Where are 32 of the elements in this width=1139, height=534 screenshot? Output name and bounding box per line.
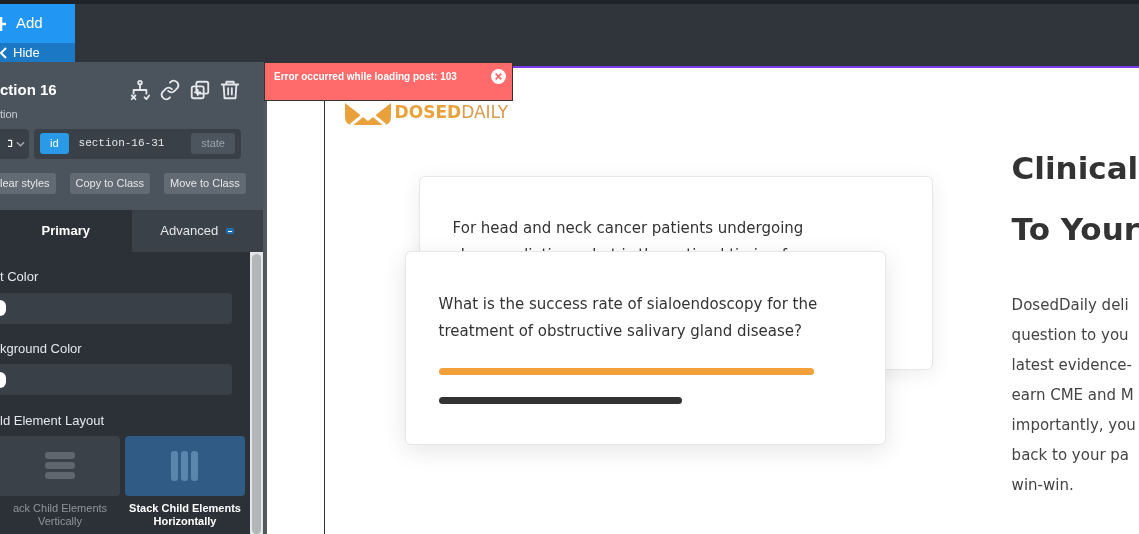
body-text-line: importantly, you xyxy=(1011,415,1137,436)
state-button[interactable]: state xyxy=(191,133,235,154)
style-action-button[interactable]: lear styles xyxy=(0,172,56,194)
body-text-line: earn CME and M xyxy=(1011,385,1135,406)
logo-text: DAILY xyxy=(461,100,509,124)
body-text-line: back to your pa xyxy=(1011,445,1131,466)
body-text-line: win-win. xyxy=(1011,475,1075,496)
layout-option-label: ack Child Elements Vertically xyxy=(11,501,109,528)
element-type-label: tion xyxy=(0,107,19,122)
style-action-button[interactable]: Copy to Class xyxy=(69,172,150,194)
color-label: t Color xyxy=(0,268,40,286)
hide-label: Hide xyxy=(13,43,40,62)
hide-button[interactable]: Hide xyxy=(0,43,75,62)
add-label: Add xyxy=(16,13,43,34)
body-text-line: DosedDaily deli xyxy=(1011,295,1130,316)
id-badge[interactable]: id xyxy=(40,133,69,154)
id-value: section-16-31 xyxy=(78,136,166,152)
logo-text: DOSED xyxy=(394,100,462,124)
add-button[interactable]: Add xyxy=(0,4,75,43)
color-label: kground Color xyxy=(0,339,83,358)
error-message: Error occurred while loading post: 103 xyxy=(274,70,457,84)
panel-title: ction 16 xyxy=(0,79,57,100)
layout-option-label: Stack Child Elements Horizontally xyxy=(128,501,242,528)
layout-label: ld Element Layout xyxy=(0,412,106,430)
body-text-line: question to you xyxy=(1011,325,1130,346)
style-action-button[interactable]: Move to Class xyxy=(164,172,246,194)
selector-field[interactable]: id section-16-31 state xyxy=(34,128,241,159)
body-text-line: latest evidence- xyxy=(1011,355,1133,376)
heading-line: To Your xyxy=(1011,210,1139,249)
question-text: What is the success rate of sialoendoscopy for the treatment of obstructive salivary gland disease? xyxy=(438,294,819,342)
heading-line: Clinical xyxy=(1011,149,1139,188)
panel-tab[interactable]: Advanced xyxy=(131,210,263,252)
